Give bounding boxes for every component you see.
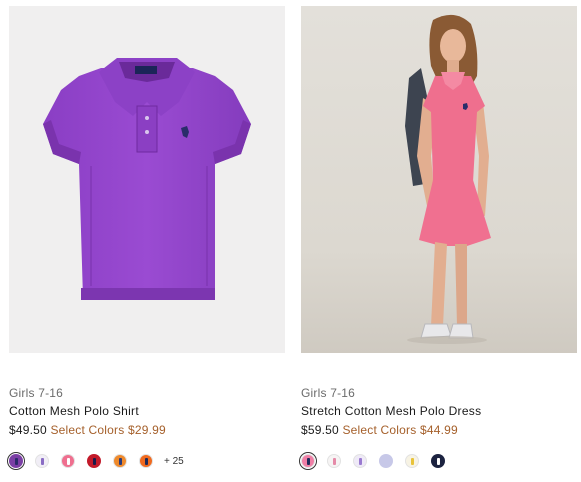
- pony-icon: [306, 457, 310, 465]
- sale-label: Select Colors: [342, 423, 417, 437]
- color-swatch-white-lavender[interactable]: [35, 454, 49, 468]
- color-swatch-lavender[interactable]: [379, 454, 393, 468]
- color-swatch-pink[interactable]: [299, 452, 317, 470]
- pony-icon: [410, 457, 414, 465]
- regular-price: $49.50: [9, 423, 47, 437]
- color-swatch-white[interactable]: [327, 454, 341, 468]
- pony-icon: [14, 457, 18, 465]
- pink-polo-dress-image: [405, 14, 491, 344]
- pony-icon: [118, 457, 122, 465]
- sale-price: $44.99: [419, 423, 458, 437]
- product-image[interactable]: [301, 6, 577, 353]
- pony-icon: [66, 457, 70, 465]
- product-title-link[interactable]: Cotton Mesh Polo Shirt: [9, 404, 139, 418]
- color-swatch-yellow-white[interactable]: [405, 454, 419, 468]
- sale-price: $29.99: [127, 423, 166, 437]
- pony-icon: [332, 457, 336, 465]
- color-swatches: + 25: [7, 452, 184, 470]
- pony-icon: [92, 457, 96, 465]
- pony-icon: [144, 457, 148, 465]
- product-image[interactable]: [9, 6, 285, 353]
- more-colors-link[interactable]: + 25: [164, 456, 184, 467]
- regular-price: $59.50: [301, 423, 339, 437]
- product-category: Girls 7-16: [301, 386, 356, 400]
- sale-label: Select Colors: [50, 423, 125, 437]
- color-swatch-bright-orange[interactable]: [139, 454, 153, 468]
- pony-icon: [384, 457, 388, 465]
- color-swatch-purple[interactable]: [7, 452, 25, 470]
- price-row: $49.50 Select Colors $29.99: [9, 423, 166, 437]
- color-swatch-navy[interactable]: [431, 454, 445, 468]
- color-swatch-red[interactable]: [87, 454, 101, 468]
- product-title-link[interactable]: Stretch Cotton Mesh Polo Dress: [301, 404, 481, 418]
- pony-icon: [358, 457, 362, 465]
- color-swatch-white-lavender[interactable]: [353, 454, 367, 468]
- color-swatch-orange[interactable]: [113, 454, 127, 468]
- color-swatches: [299, 452, 457, 470]
- product-category: Girls 7-16: [9, 386, 64, 400]
- pony-icon: [40, 457, 44, 465]
- purple-polo-shirt-image: [43, 58, 251, 300]
- product-card[interactable]: Girls 7-16 Cotton Mesh Polo Shirt $49.50…: [7, 6, 285, 470]
- color-swatch-pink[interactable]: [61, 454, 75, 468]
- product-card[interactable]: Girls 7-16 Stretch Cotton Mesh Polo Dres…: [299, 6, 577, 470]
- pony-icon: [436, 457, 440, 465]
- price-row: $59.50 Select Colors $44.99: [301, 423, 458, 437]
